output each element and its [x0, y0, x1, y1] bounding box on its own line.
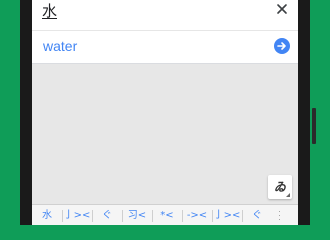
- candidate-8[interactable]: ぐ: [242, 205, 272, 225]
- candidate-bar: 水 亅>< ぐ 习< *< ->< 亅>< ぐ · · ·: [32, 204, 298, 225]
- candidate-1[interactable]: 水: [32, 205, 62, 225]
- suggestion-row[interactable]: water: [32, 31, 298, 64]
- candidate-6[interactable]: -><: [182, 205, 212, 225]
- phone-side-button: [312, 108, 316, 144]
- candidate-4[interactable]: 习<: [122, 205, 152, 225]
- more-dots-icon: · · ·: [278, 206, 281, 224]
- input-field[interactable]: 水: [42, 0, 57, 21]
- screen: 水 water ゐ 水 亅>< ぐ 习< *< ->< 亅>< ぐ · · ·: [32, 0, 298, 225]
- clear-button[interactable]: [272, 0, 292, 18]
- candidate-7[interactable]: 亅><: [212, 205, 242, 225]
- more-candidates-button[interactable]: · · ·: [272, 205, 286, 225]
- corner-indicator-icon: [286, 193, 290, 197]
- input-row: 水: [32, 0, 298, 31]
- handwriting-canvas[interactable]: ゐ: [32, 64, 298, 204]
- go-button[interactable]: [274, 38, 290, 54]
- handwriting-mode-button[interactable]: ゐ: [268, 175, 292, 199]
- candidate-5[interactable]: *<: [152, 205, 182, 225]
- close-icon: [277, 4, 287, 14]
- candidate-2[interactable]: 亅><: [62, 205, 92, 225]
- arrow-right-icon: [277, 42, 286, 50]
- suggestion-text: water: [43, 38, 78, 54]
- candidate-3[interactable]: ぐ: [92, 205, 122, 225]
